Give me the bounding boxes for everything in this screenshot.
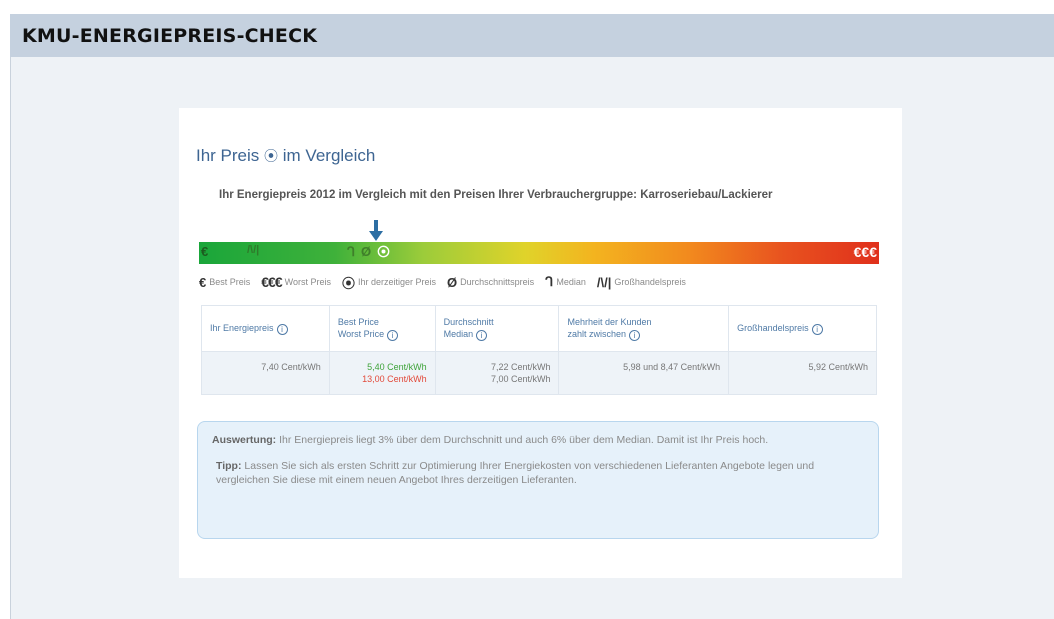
page-header: KMU-ENERGIEPREIS-CHECK <box>10 14 1054 57</box>
header-label: Mehrheit der Kunden <box>567 317 652 327</box>
legend-label: Durchschnittspreis <box>460 277 535 287</box>
median-marker: ᒉ <box>347 244 356 259</box>
scale-legend: € Best Preis €€€ Worst Preis ⦿ Ihr derze… <box>199 273 889 291</box>
average-value: 7,22 Cent/kWh <box>490 362 551 372</box>
average-price-icon: Ø <box>447 274 458 290</box>
tip-text: Tipp: Lassen Sie sich als ersten Schritt… <box>212 459 864 487</box>
legend-item-current: ⦿ Ihr derzeitiger Preis <box>342 273 436 292</box>
header-label: Worst Price <box>337 329 385 339</box>
current-price-icon: ⦿ <box>264 148 279 164</box>
evaluation-label: Auswertung: <box>212 434 277 446</box>
cell-best-worst: 5,40 Cent/kWh 13,00 Cent/kWh <box>328 351 436 395</box>
best-price-icon: € <box>199 274 207 290</box>
comparison-subtitle: Ihr Energiepreis 2012 im Vergleich mit d… <box>219 189 773 201</box>
cell-energy-price: 7,40 Cent/kWh <box>201 351 330 395</box>
worst-price-value: 13,00 Cent/kWh <box>362 374 427 384</box>
header-label: Großhandelspreis <box>737 323 809 333</box>
best-price-marker: € <box>201 244 209 259</box>
wholesale-price-marker: /\/| <box>247 244 260 256</box>
header-energy-price: Ihr Energiepreis i <box>201 305 330 352</box>
legend-label: Best Preis <box>209 277 251 287</box>
median-value: 7,00 Cent/kWh <box>490 374 551 384</box>
header-average-median: Durchschnitt Median i <box>434 305 560 352</box>
legend-item-wholesale: /\/| Großhandelspreis <box>597 275 686 290</box>
cell-majority-range: 5,98 und 8,47 Cent/kWh <box>558 351 730 395</box>
legend-item-average: Ø Durchschnittspreis <box>447 275 534 290</box>
median-icon: ᒉ <box>545 274 554 289</box>
header-label: zahlt zwischen <box>567 329 627 339</box>
info-icon[interactable]: i <box>629 330 641 341</box>
tip-body: Lassen Sie sich als ersten Schritt zur O… <box>216 460 815 486</box>
legend-label: Großhandelspreis <box>614 277 686 287</box>
legend-item-worst: €€€ Worst Preis <box>261 274 331 290</box>
current-price-marker-icon <box>377 245 390 258</box>
card-title: Ihr Preis ⦿ im Vergleich <box>196 146 375 166</box>
position-arrow-icon <box>369 220 383 241</box>
best-price-value: 5,40 Cent/kWh <box>367 362 427 372</box>
header-label: Median <box>443 329 474 339</box>
info-icon[interactable]: i <box>387 330 399 341</box>
average-price-marker: Ø <box>361 244 372 259</box>
header-label: Durchschnitt <box>443 317 494 327</box>
legend-label: Ihr derzeitiger Preis <box>357 277 436 287</box>
header-label: Best Price <box>337 317 379 327</box>
cell-average-median: 7,22 Cent/kWh 7,00 Cent/kWh <box>434 351 560 395</box>
current-price-icon: ⦿ <box>341 275 355 291</box>
evaluation-box: Auswertung: Ihr Energiepreis liegt 3% üb… <box>197 421 879 539</box>
info-icon[interactable]: i <box>276 324 288 335</box>
info-icon[interactable]: i <box>811 324 823 335</box>
info-icon[interactable]: i <box>476 330 488 341</box>
header-label: Ihr Energiepreis <box>210 323 274 333</box>
header-wholesale: Großhandelspreis i <box>728 305 877 352</box>
header-majority: Mehrheit der Kunden zahlt zwischen i <box>558 305 730 352</box>
price-scale-bar: € /\/| ᒉ Ø €€€ <box>199 242 879 264</box>
card-title-suffix: im Vergleich <box>282 146 376 165</box>
evaluation-body: Ihr Energiepreis liegt 3% über dem Durch… <box>279 434 769 446</box>
cell-wholesale: 5,92 Cent/kWh <box>728 351 877 395</box>
legend-label: Median <box>556 277 586 287</box>
evaluation-text: Auswertung: Ihr Energiepreis liegt 3% üb… <box>212 433 864 447</box>
worst-price-marker: €€€ <box>853 244 877 260</box>
legend-item-median: ᒉ Median <box>545 274 586 290</box>
price-comparison-card: Ihr Preis ⦿ im Vergleich Ihr Energieprei… <box>179 108 902 578</box>
card-title-prefix: Ihr Preis <box>196 146 260 165</box>
price-table-wrapper: Ihr Energiepreis i Best Price Worst Price… <box>201 305 877 395</box>
tip-label: Tipp: <box>216 460 242 472</box>
legend-item-best: € Best Preis <box>199 275 250 290</box>
table-row: 7,40 Cent/kWh 5,40 Cent/kWh 13,00 Cent/k… <box>201 351 877 395</box>
page-title: KMU-ENERGIEPREIS-CHECK <box>22 24 318 47</box>
header-best-worst: Best Price Worst Price i <box>328 305 436 352</box>
table-header-row: Ihr Energiepreis i Best Price Worst Price… <box>201 305 877 352</box>
wholesale-price-icon: /\/| <box>596 274 612 290</box>
legend-label: Worst Preis <box>284 277 331 287</box>
price-table: Ihr Energiepreis i Best Price Worst Price… <box>201 305 877 395</box>
worst-price-icon: €€€ <box>261 274 282 290</box>
